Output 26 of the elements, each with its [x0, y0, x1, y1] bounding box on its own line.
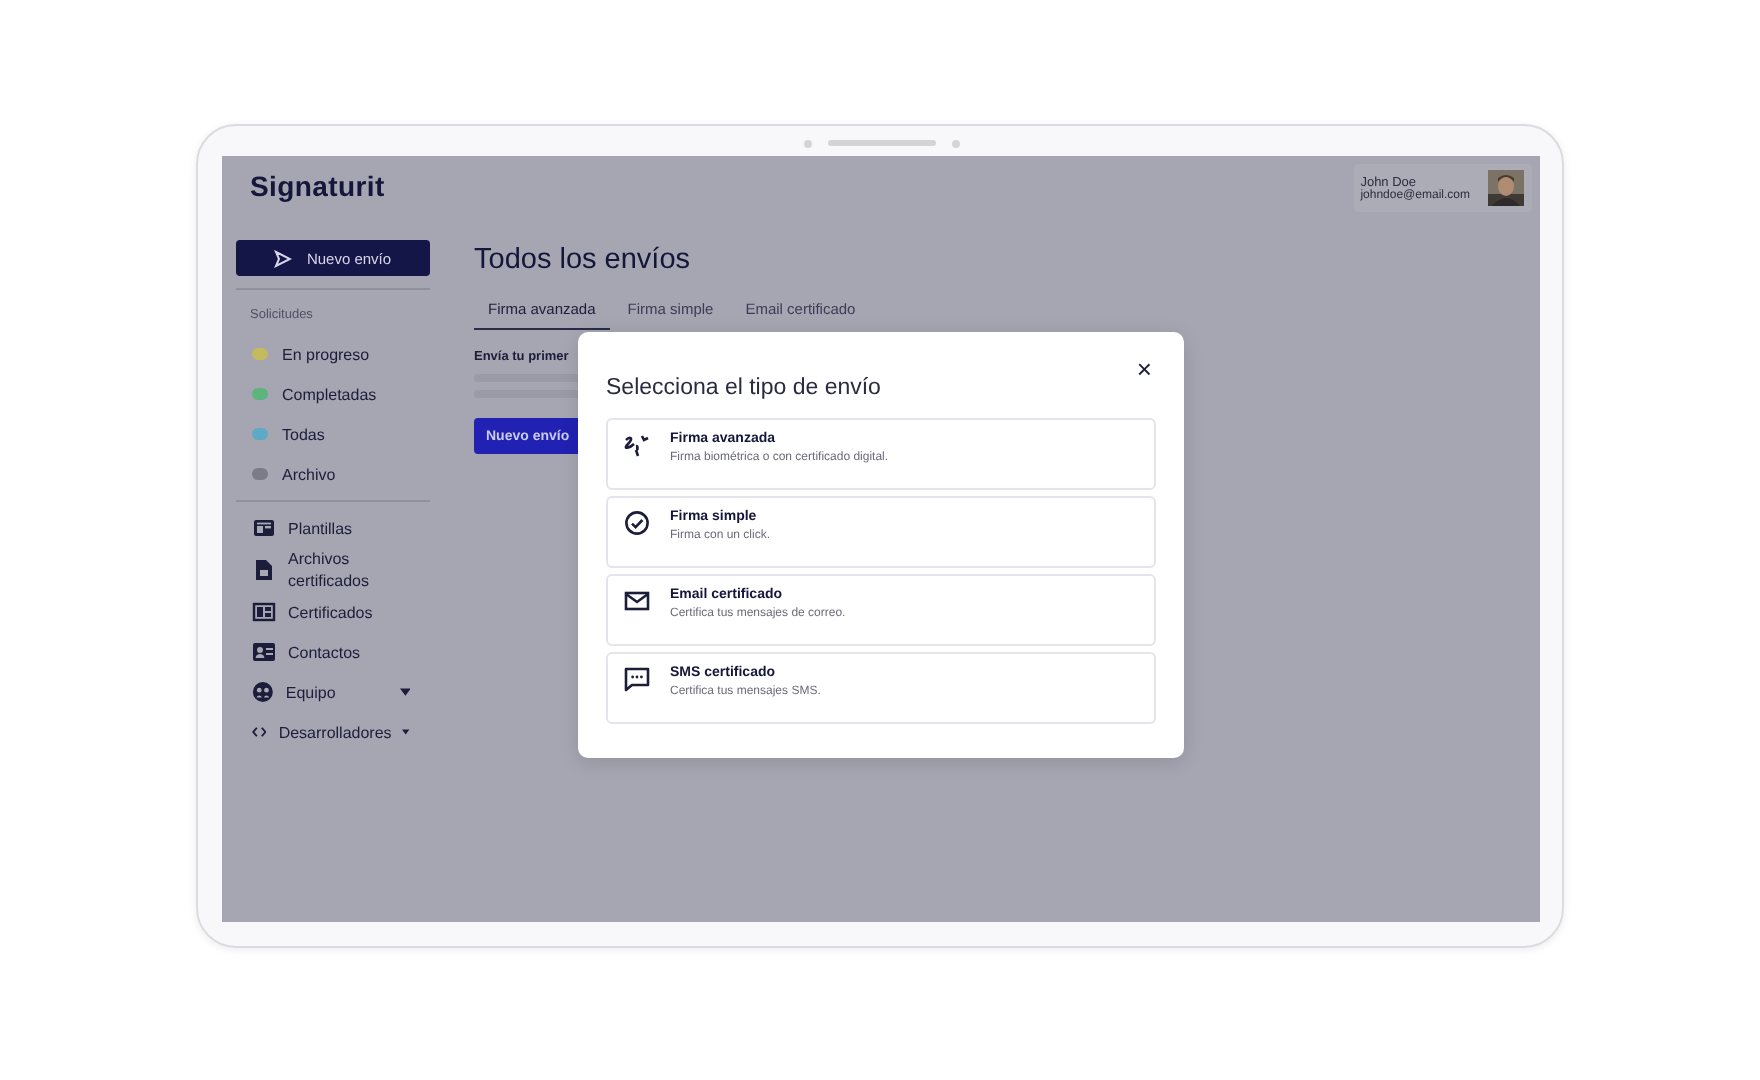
camera-dot	[803, 139, 811, 147]
camera-dot	[951, 139, 959, 147]
sensor-bar	[827, 140, 935, 146]
sidebar-item[interactable]: Completadas	[282, 385, 377, 403]
dialog-title: Selecciona el tipo de envío	[606, 376, 881, 400]
certificate-icon	[252, 600, 276, 624]
sidebar-item[interactable]: Archivos certificados	[288, 548, 400, 592]
sidebar-item[interactable]: Todas	[282, 425, 325, 443]
team-icon	[252, 680, 274, 704]
sidebar-item[interactable]: Desarrolladores	[278, 721, 391, 743]
sidebar-item[interactable]: Contactos	[288, 641, 400, 663]
sidebar-item[interactable]: Certificados	[288, 601, 400, 623]
sidebar-item[interactable]: Plantillas	[288, 517, 400, 539]
send-icon	[274, 249, 293, 267]
sidebar-item[interactable]: En progreso	[282, 345, 370, 363]
document-icon	[252, 558, 276, 582]
chat-icon	[624, 666, 650, 692]
logo[interactable]: Signaturit	[250, 170, 385, 202]
mail-icon	[624, 588, 650, 614]
template-icon	[252, 516, 276, 540]
sidebar-item[interactable]: Equipo	[285, 681, 388, 703]
contact-card-icon	[252, 640, 276, 664]
check-circle-icon	[624, 510, 650, 536]
sidebar-item[interactable]: Archivo	[282, 465, 336, 483]
close-button[interactable]: ×	[1136, 358, 1152, 382]
page-title: Todos los envíos	[474, 244, 691, 276]
